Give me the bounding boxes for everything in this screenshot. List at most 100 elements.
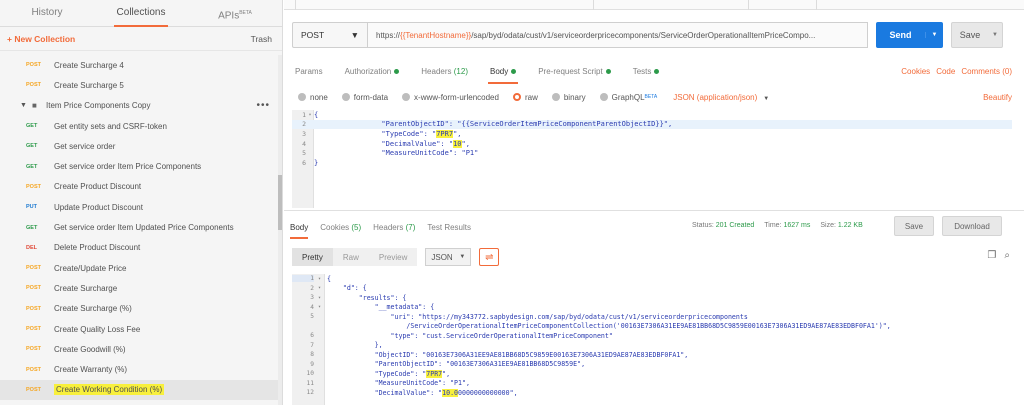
radio-label: x-www-form-urlencoded	[414, 92, 499, 102]
view-pretty-button[interactable]: Pretty	[292, 248, 333, 266]
request-item[interactable]: POST Create Product Discount	[0, 177, 278, 197]
tab-apis[interactable]: APIsBETA	[188, 0, 282, 26]
scrollbar-thumb[interactable]	[278, 175, 282, 230]
code-line: 9 "ParentObjectID": "00163E7306A31EE9AE8…	[292, 360, 1012, 370]
tab-strip-cell[interactable]	[594, 0, 749, 10]
send-button[interactable]: Send ▼	[876, 22, 943, 48]
download-button[interactable]: Download	[942, 216, 1002, 236]
request-item[interactable]: GET Get entity sets and CSRF-token	[0, 116, 278, 136]
tab-authorization[interactable]: Authorization	[345, 62, 400, 84]
copy-icon[interactable]: ❐	[987, 250, 996, 261]
tab-label: Pre-request Script	[538, 67, 603, 76]
radio-circle-icon[interactable]	[599, 93, 608, 101]
radio-x-www-form-urlencoded[interactable]: x-www-form-urlencoded	[402, 93, 499, 102]
view-preview-button[interactable]: Preview	[368, 248, 418, 266]
radio-circle-icon[interactable]	[512, 93, 521, 101]
radio-binary[interactable]: binary	[551, 93, 586, 102]
radio-raw[interactable]: raw	[512, 92, 538, 102]
request-item[interactable]: POST Create Goodwill (%)	[0, 339, 278, 359]
tab-label: Headers	[373, 223, 404, 232]
comments-link[interactable]: Comments (0)	[961, 67, 1012, 76]
save-dropdown-icon[interactable]: ▼	[988, 32, 1002, 38]
request-item[interactable]: POST Create Surcharge 4	[0, 55, 278, 75]
fold-arrow-icon[interactable]: ▾	[314, 276, 325, 282]
radio-circle-icon[interactable]	[298, 93, 306, 101]
line-number: 8	[310, 351, 314, 359]
request-item[interactable]: GET Get service order Item Price Componen…	[0, 156, 278, 176]
tab-body[interactable]: Body	[487, 62, 519, 84]
tab-params[interactable]: Params	[295, 62, 323, 84]
new-collection-button[interactable]: + New Collection	[7, 34, 75, 44]
radio-label: raw	[524, 92, 538, 102]
trash-button[interactable]: Trash	[251, 34, 272, 44]
request-item[interactable]: POST Create Surcharge	[0, 278, 278, 298]
content-type-value: JSON (application/json)	[673, 92, 758, 102]
code-link[interactable]: Code	[936, 67, 955, 76]
code-text: {	[314, 111, 318, 119]
radio-circle-icon[interactable]	[341, 93, 350, 101]
url-input[interactable]: https://{{TenantHostname}}/sap/byd/odata…	[368, 22, 868, 48]
more-menu-icon[interactable]: •••	[256, 100, 270, 111]
line-number: 9	[310, 360, 314, 368]
highlighted-value: 7PR7	[426, 369, 443, 378]
response-save-button[interactable]: Save	[894, 216, 934, 236]
tab-headers[interactable]: Headers (12)	[421, 62, 468, 84]
wrap-lines-icon[interactable]: ⇌	[479, 248, 500, 266]
fold-arrow-icon[interactable]: ▾	[306, 112, 314, 118]
content-type-select[interactable]: JSON (application/json) ▼	[673, 93, 769, 102]
line-number: 11	[306, 379, 314, 387]
tab-collections[interactable]: Collections	[94, 0, 188, 27]
code-segment: },	[327, 341, 383, 350]
radio-form-data[interactable]: form-data	[341, 93, 388, 102]
pane-divider[interactable]	[284, 210, 1024, 211]
url-prefix: https://	[376, 30, 401, 40]
format-select[interactable]: JSON ▼	[425, 248, 472, 266]
cookies-link[interactable]: Cookies	[901, 67, 930, 76]
beautify-button[interactable]: Beautify	[983, 93, 1012, 102]
caret-down-icon[interactable]: ▼	[20, 102, 32, 109]
request-item[interactable]: POST Create Working Condition (%)	[0, 379, 278, 401]
request-item[interactable]: POST Create/Update Price	[0, 258, 278, 278]
fold-arrow-icon[interactable]: ▾	[314, 295, 325, 301]
request-item[interactable]: POST Create Surcharge 5	[0, 75, 278, 95]
response-tab-body[interactable]: Body	[290, 217, 309, 239]
radio-circle-icon[interactable]	[402, 93, 411, 101]
response-tab-test-results[interactable]: Test Results	[427, 217, 471, 239]
tab-tests[interactable]: Tests	[633, 62, 660, 84]
tab-strip-cell[interactable]	[284, 0, 296, 10]
tab-pre-request-script[interactable]: Pre-request Script	[538, 62, 611, 84]
request-item[interactable]: DEL Delete Product Discount	[0, 238, 278, 258]
folder-row[interactable]: ▼ ■ Item Price Components Copy •••	[0, 96, 278, 116]
radio-graphql[interactable]: GraphQL BETA	[599, 93, 657, 102]
view-raw-button[interactable]: Raw	[332, 248, 369, 266]
request-item[interactable]: POST Create Surcharge (%)	[0, 299, 278, 319]
tab-strip-cell[interactable]	[749, 0, 817, 10]
request-item[interactable]: GET Get service order Item Updated Price …	[0, 217, 278, 237]
request-item[interactable]: GET Get service order	[0, 136, 278, 156]
fold-arrow-icon[interactable]: ▾	[314, 285, 325, 291]
chevron-down-icon: ▼	[350, 30, 359, 40]
method-badge: POST	[26, 183, 41, 190]
send-dropdown-icon[interactable]: ▼	[925, 32, 943, 38]
response-body-viewer[interactable]: 1 ▾{2 ▾ "d": {3 ▾ "results": {4 ▾ "__metadat…	[292, 274, 1012, 405]
search-icon[interactable]: ⌕	[1004, 250, 1010, 261]
method-select[interactable]: POST ▼	[292, 22, 368, 48]
tab-history[interactable]: History	[0, 0, 94, 26]
request-item[interactable]: POST Create Warranty (%)	[0, 359, 278, 379]
radio-none[interactable]: none	[298, 93, 328, 102]
sidebar-scrollbar[interactable]	[278, 55, 282, 405]
response-tab-cookies[interactable]: Cookies (5)	[320, 217, 361, 239]
request-item[interactable]: PUT Update Product Discount	[0, 197, 278, 217]
request-name: Get service order Item Price Components	[54, 162, 202, 172]
request-item[interactable]: POST Create Quality Loss Fee	[0, 319, 278, 339]
save-button[interactable]: Save ▼	[951, 22, 1003, 48]
response-tab-headers[interactable]: Headers (7)	[373, 217, 415, 239]
tab-collections-label: Collections	[116, 7, 166, 18]
request-name: Get entity sets and CSRF-token	[54, 121, 167, 131]
line-number: 12	[306, 389, 314, 397]
radio-circle-icon[interactable]	[551, 93, 560, 101]
fold-arrow-icon[interactable]: ▾	[314, 304, 325, 310]
tab-strip-cell[interactable]	[444, 0, 594, 10]
request-body-editor[interactable]: 1 ▾{2 "ParentObjectID": "{{ServiceOrderIt…	[292, 110, 1012, 208]
tab-label: Authorization	[344, 67, 392, 76]
